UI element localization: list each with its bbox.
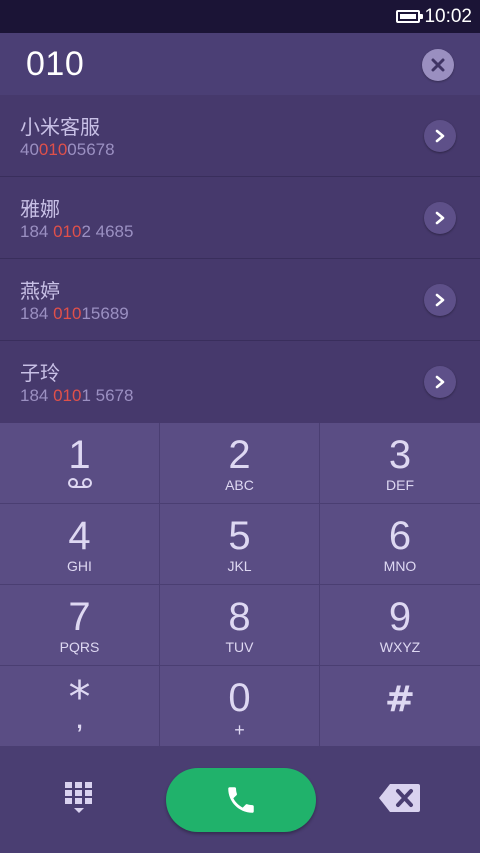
key-letters: JKL — [227, 558, 252, 574]
contact-number: 184 01015689 — [20, 304, 129, 323]
contact-number: 4001005678 — [20, 140, 115, 159]
key-digit: 1 — [68, 433, 91, 477]
contact-detail-button[interactable] — [424, 120, 456, 152]
contact-name: 燕婷 — [20, 279, 60, 303]
key-6[interactable]: 6 MNO — [320, 504, 480, 585]
backspace-icon — [379, 784, 420, 812]
contact-row[interactable]: 雅娜 184 0102 4685 — [0, 177, 480, 259]
key-digit: 2 — [228, 433, 251, 477]
chevron-right-icon — [435, 293, 445, 307]
key-2[interactable]: 2 ABC — [160, 423, 320, 504]
close-icon — [431, 58, 445, 72]
clear-button[interactable] — [422, 49, 454, 81]
key-letters: + — [234, 720, 245, 740]
status-bar: 10:02 — [0, 0, 480, 33]
number-match: 010 — [53, 386, 82, 405]
key-hash[interactable]: # — [320, 666, 480, 746]
key-digit: 8 — [228, 595, 251, 639]
contact-detail-button[interactable] — [424, 366, 456, 398]
key-4[interactable]: 4 GHI — [0, 504, 160, 585]
key-letters: ABC — [225, 477, 254, 493]
key-letters: , — [76, 708, 83, 733]
key-digit: 5 — [228, 514, 251, 558]
key-digit: 7 — [68, 595, 91, 639]
number-match: 010 — [38, 140, 68, 159]
contact-name: 子玲 — [20, 361, 60, 385]
key-digit: 0 — [228, 676, 251, 720]
contact-name: 雅娜 — [20, 197, 60, 221]
contact-detail-button[interactable] — [424, 202, 456, 234]
key-digit: 9 — [388, 595, 412, 639]
entered-number: 010 — [26, 44, 85, 83]
status-time: 10:02 — [424, 5, 472, 27]
dialpad: 1 2 ABC 3 DEF 4 GHI 5 JKL 6 MNO 7 PQRS 8… — [0, 423, 480, 746]
key-digit: 4 — [68, 514, 91, 558]
contact-detail-button[interactable] — [424, 284, 456, 316]
key-star[interactable]: * , — [0, 666, 160, 746]
phone-icon — [228, 787, 254, 813]
dialpad-toggle-button[interactable] — [60, 782, 98, 818]
key-letters: PQRS — [59, 639, 100, 655]
key-8[interactable]: 8 TUV — [160, 585, 320, 666]
key-3[interactable]: 3 DEF — [320, 423, 480, 504]
contact-number: 184 0102 4685 — [20, 222, 134, 241]
key-letters: DEF — [386, 477, 414, 493]
key-letters: GHI — [67, 558, 92, 574]
chevron-right-icon — [435, 129, 445, 143]
contact-name: 小米客服 — [20, 115, 100, 139]
dialpad-grid-icon — [65, 782, 92, 813]
number-match: 010 — [53, 304, 82, 323]
key-0[interactable]: 0 + — [160, 666, 320, 746]
contact-row[interactable]: 燕婷 184 01015689 — [0, 259, 480, 341]
key-digit: 3 — [388, 433, 412, 477]
number-match: 010 — [53, 222, 82, 241]
contact-suggestion-list: 小米客服 4001005678 雅娜 184 0102 4685 燕婷 184 … — [0, 95, 480, 423]
contact-row[interactable]: 子玲 184 0101 5678 — [0, 341, 480, 423]
key-letters: TUV — [225, 639, 254, 655]
contact-number: 184 0101 5678 — [20, 386, 134, 405]
key-digit: # — [384, 679, 416, 720]
chevron-right-icon — [435, 211, 445, 225]
key-digit: 6 — [388, 514, 412, 558]
contact-row[interactable]: 小米客服 4001005678 — [0, 95, 480, 177]
key-9[interactable]: 9 WXYZ — [320, 585, 480, 666]
battery-icon — [396, 10, 424, 23]
bottom-bar — [0, 746, 480, 853]
voicemail-icon — [67, 478, 92, 488]
chevron-right-icon — [435, 375, 445, 389]
key-1[interactable]: 1 — [0, 423, 160, 504]
key-5[interactable]: 5 JKL — [160, 504, 320, 585]
key-7[interactable]: 7 PQRS — [0, 585, 160, 666]
key-letters: MNO — [383, 558, 417, 574]
number-entry: 010 — [0, 33, 480, 95]
backspace-button[interactable] — [378, 782, 422, 814]
key-letters: WXYZ — [379, 639, 421, 655]
call-button[interactable] — [166, 768, 316, 832]
